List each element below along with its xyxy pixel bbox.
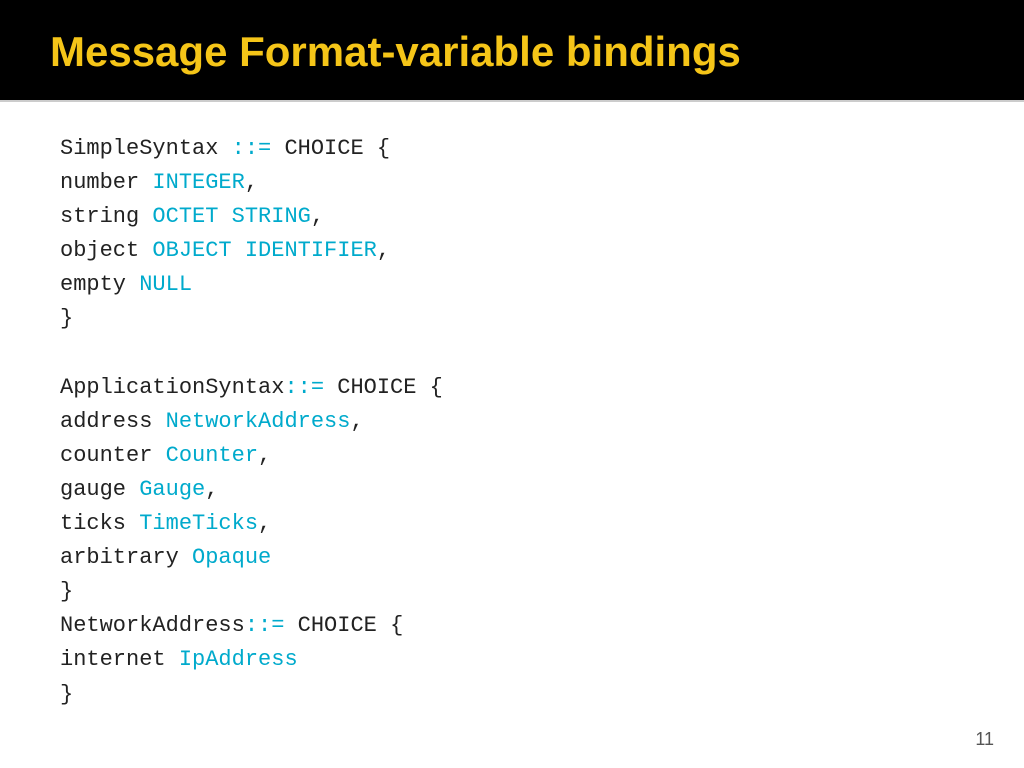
code-line: string OCTET STRING, <box>60 200 964 234</box>
code-line: empty NULL <box>60 268 964 302</box>
code-line: object OBJECT IDENTIFIER, <box>60 234 964 268</box>
slide-content: SimpleSyntax ::= CHOICE { number INTEGER… <box>0 102 1024 768</box>
code-line: NetworkAddress::= CHOICE { <box>60 609 964 643</box>
code-line: } <box>60 302 964 336</box>
slide: Message Format-variable bindings SimpleS… <box>0 0 1024 768</box>
slide-number: 11 <box>975 729 994 750</box>
code-line: counter Counter, <box>60 439 964 473</box>
code-line: gauge Gauge, <box>60 473 964 507</box>
code-line: } <box>60 575 964 609</box>
code-line: number INTEGER, <box>60 166 964 200</box>
code-line: internet IpAddress <box>60 643 964 677</box>
slide-header: Message Format-variable bindings <box>0 0 1024 102</box>
code-line: address NetworkAddress, <box>60 405 964 439</box>
code-line: ticks TimeTicks, <box>60 507 964 541</box>
slide-title: Message Format-variable bindings <box>50 28 974 76</box>
code-block: SimpleSyntax ::= CHOICE { number INTEGER… <box>60 132 964 712</box>
code-line <box>60 337 964 371</box>
code-line: SimpleSyntax ::= CHOICE { <box>60 132 964 166</box>
code-line: arbitrary Opaque <box>60 541 964 575</box>
code-line: } <box>60 678 964 712</box>
code-line: ApplicationSyntax::= CHOICE { <box>60 371 964 405</box>
